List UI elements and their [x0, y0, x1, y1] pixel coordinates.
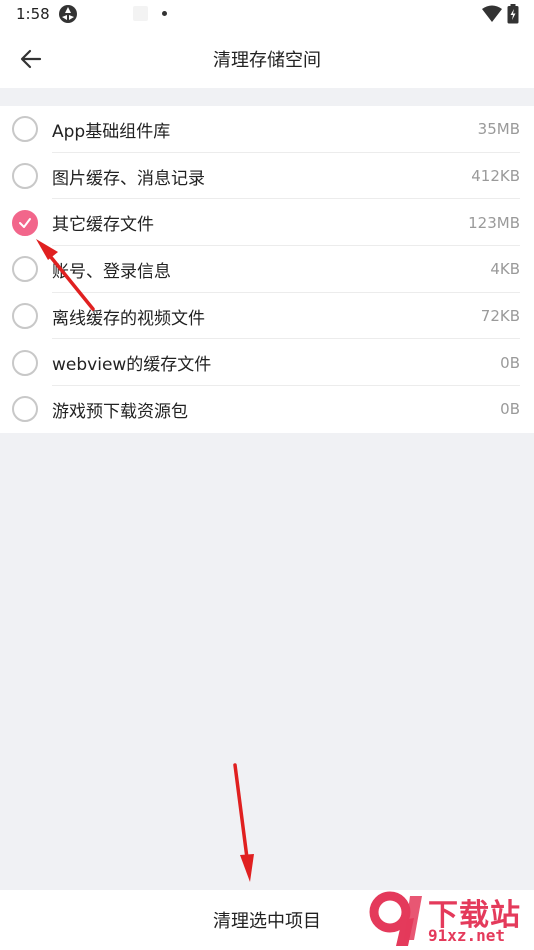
battery-icon — [507, 4, 519, 24]
cache-item-row[interactable]: 游戏预下载资源包 0B — [0, 386, 534, 433]
checkbox-unchecked[interactable] — [12, 303, 38, 330]
checkbox-unchecked[interactable] — [12, 349, 38, 376]
status-bar: 1:58 — [0, 0, 534, 28]
cache-item-size: 0B — [500, 400, 520, 419]
checkbox-unchecked[interactable] — [12, 163, 38, 190]
checkbox-checked[interactable] — [12, 209, 38, 236]
page-title: 清理存储空间 — [213, 50, 321, 71]
cache-item-row[interactable]: 账号、登录信息 4KB — [0, 246, 534, 293]
app-notification-icon — [59, 5, 77, 23]
checkmark-icon — [19, 217, 31, 228]
cache-item-list: App基础组件库 35MB 图片缓存、消息记录 412KB 其它缓存文件 123MB 账号、… — [0, 106, 534, 433]
cache-item-size: 72KB — [480, 307, 520, 326]
cache-item-label: 其它缓存文件 — [52, 215, 154, 236]
cache-item-label: webview的缓存文件 — [52, 355, 212, 376]
cache-item-label: 账号、登录信息 — [52, 261, 171, 282]
cache-item-row[interactable]: 其它缓存文件 123MB — [0, 199, 534, 247]
cache-item-row[interactable]: webview的缓存文件 0B — [0, 339, 534, 387]
cache-item-size: 35MB — [477, 120, 520, 139]
cache-item-row[interactable]: App基础组件库 35MB — [0, 106, 534, 153]
watermark-logo-icon — [369, 891, 422, 946]
clean-selected-button[interactable]: 清理选中项目 — [183, 897, 351, 943]
wifi-icon — [482, 5, 502, 22]
status-time: 1:58 — [16, 5, 50, 23]
cache-item-size: 123MB — [468, 213, 520, 232]
checkbox-unchecked[interactable] — [12, 256, 38, 283]
app-bar: 清理存储空间 — [0, 28, 534, 88]
watermark: 下载站 91xz.net — [368, 888, 534, 950]
cache-item-row[interactable]: 离线缓存的视频文件 72KB — [0, 293, 534, 340]
cache-item-label: 离线缓存的视频文件 — [52, 308, 205, 329]
notification-icon — [133, 6, 148, 21]
more-notifications-dot-icon — [162, 11, 167, 16]
checkbox-unchecked[interactable] — [12, 116, 38, 143]
annotation-arrow-to-button — [233, 763, 254, 882]
cache-item-label: 图片缓存、消息记录 — [52, 168, 205, 189]
cache-item-size: 4KB — [490, 260, 520, 279]
cache-item-size: 412KB — [471, 167, 520, 186]
cache-item-label: App基础组件库 — [52, 121, 171, 142]
checkbox-unchecked[interactable] — [12, 396, 38, 423]
cache-item-row[interactable]: 图片缓存、消息记录 412KB — [0, 153, 534, 200]
watermark-url: 91xz.net — [428, 926, 506, 945]
cache-item-size: 0B — [500, 353, 520, 372]
cache-item-label: 游戏预下载资源包 — [52, 401, 188, 422]
